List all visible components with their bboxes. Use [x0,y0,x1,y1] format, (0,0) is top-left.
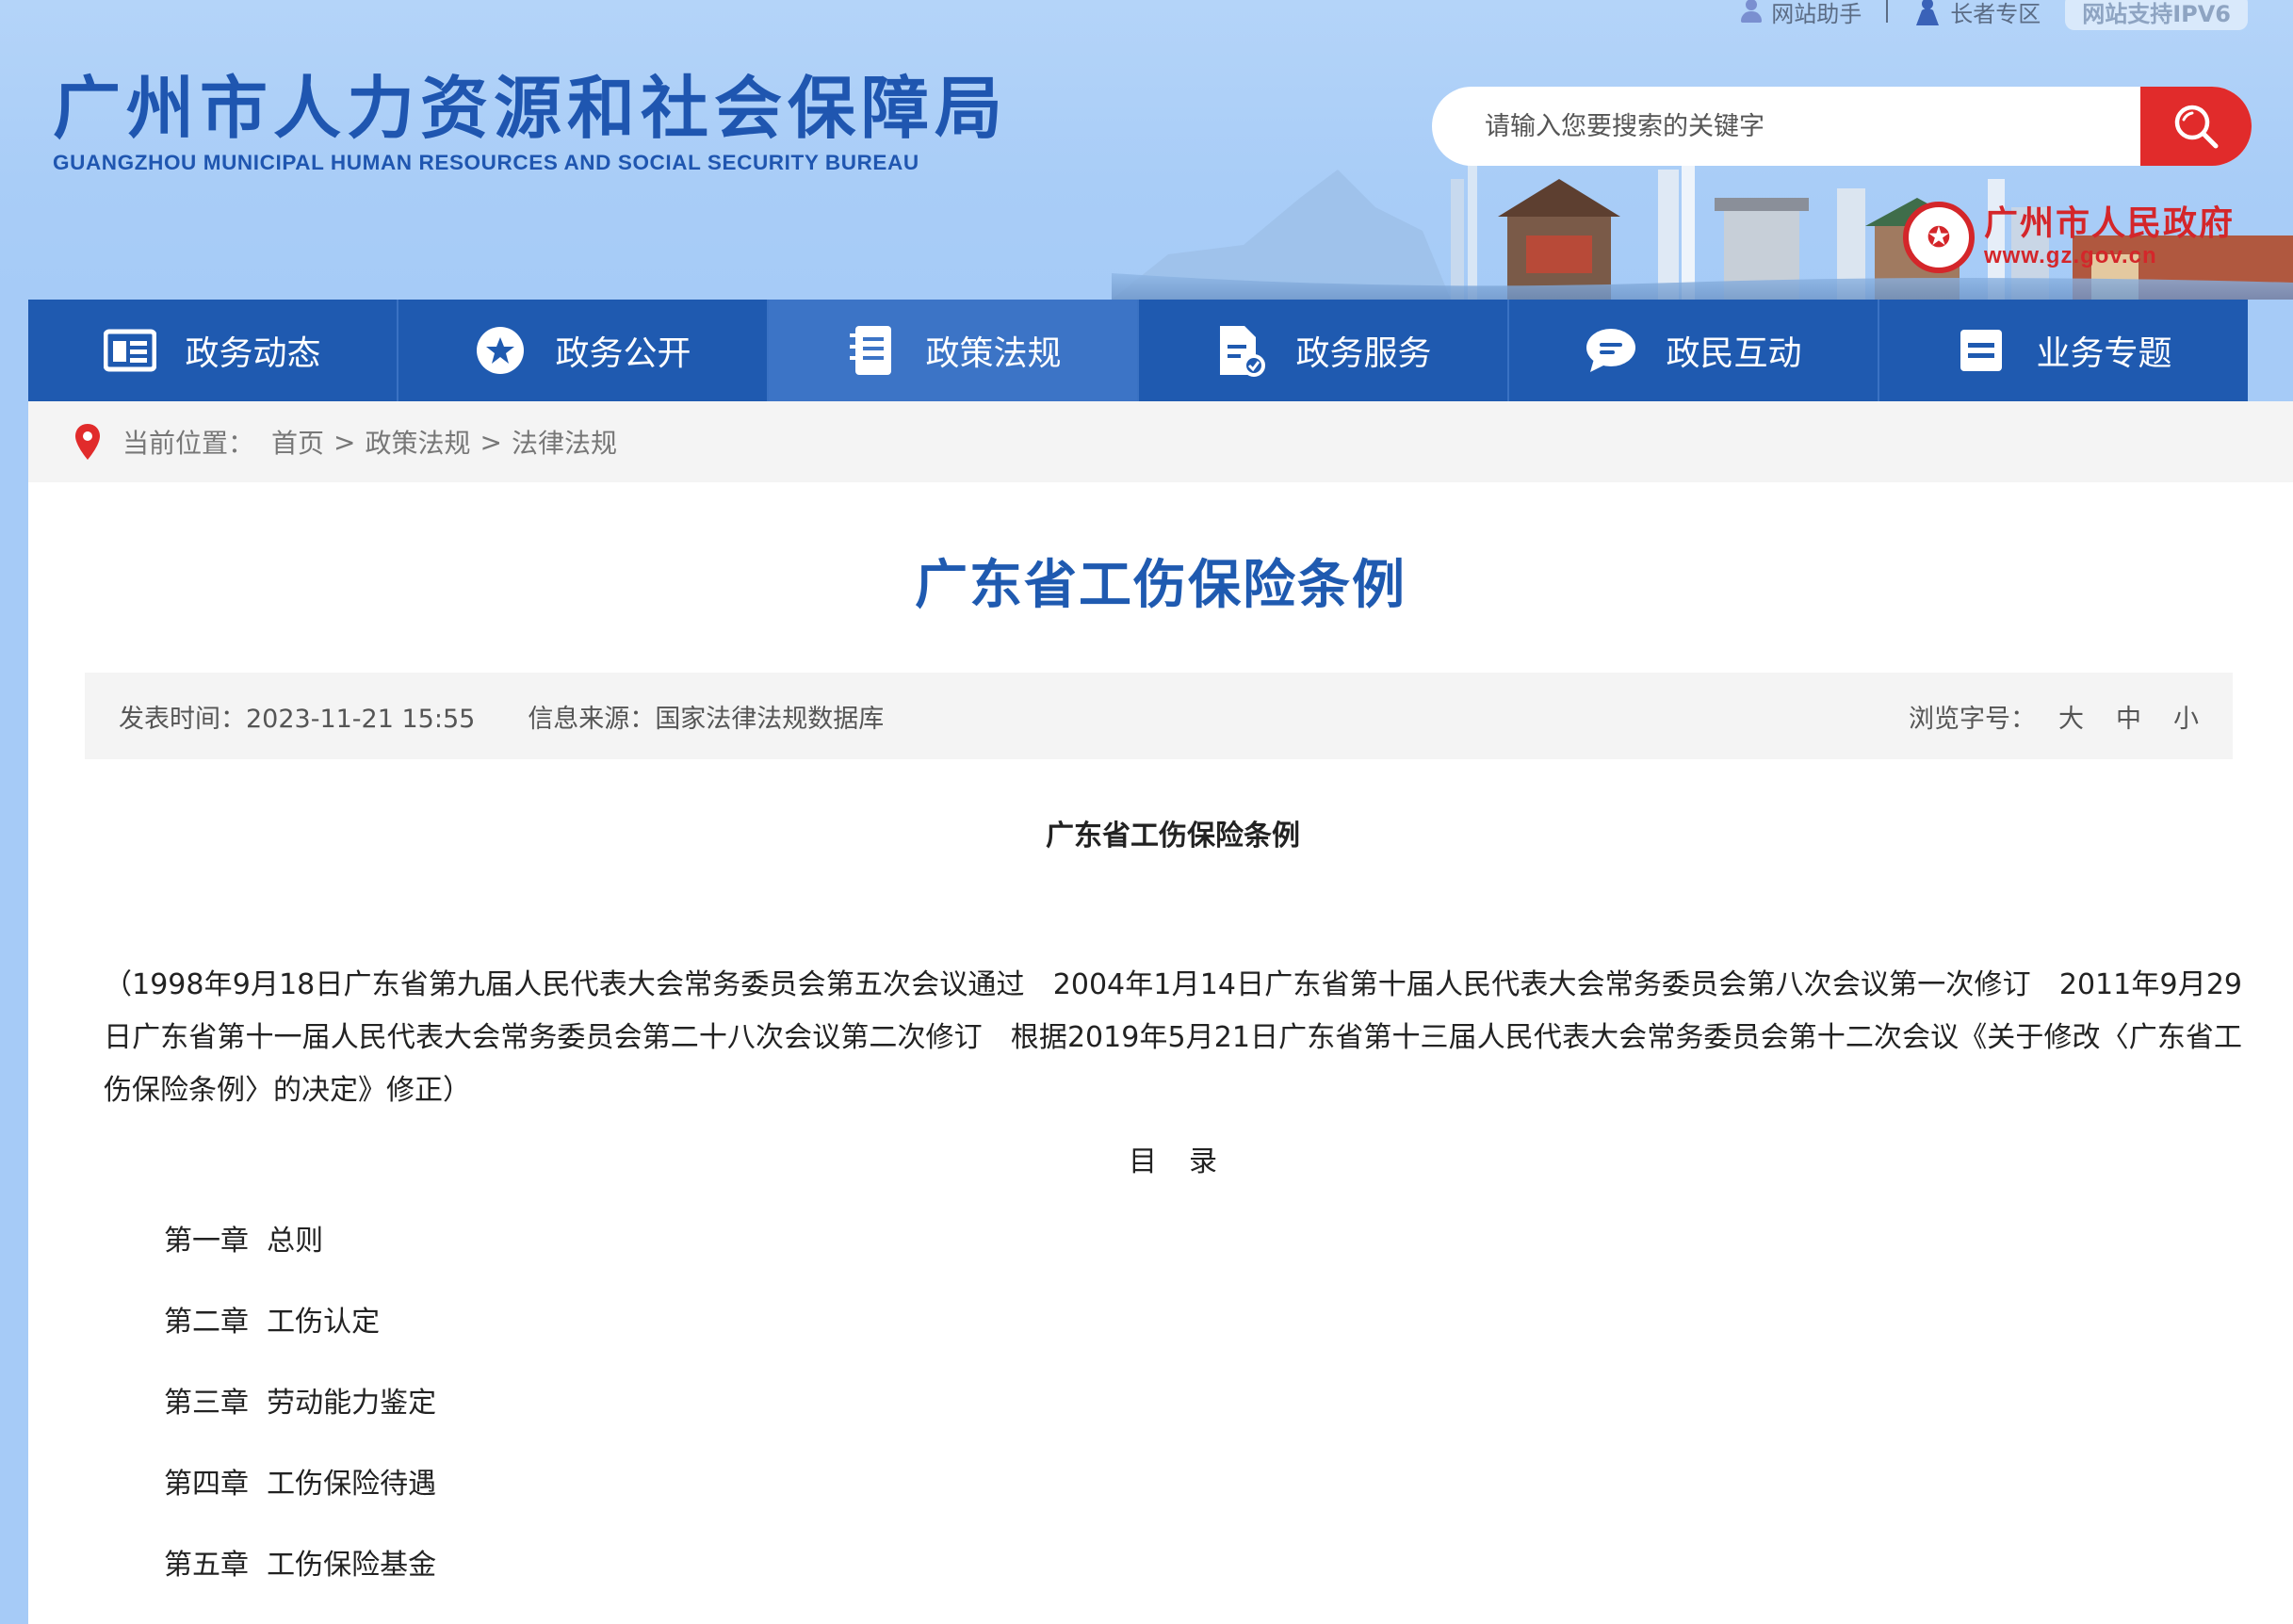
toc-name: 工伤保险待遇 [267,1468,437,1501]
nav-label: 业务专题 [2036,334,2172,373]
toc-name: 总则 [267,1225,324,1258]
breadcrumb-home[interactable]: 首页 [271,423,324,461]
toc-item: 第二章 工伤认定 [164,1296,2242,1377]
font-size-controls: 浏览字号： 大 中 小 [1909,698,2199,735]
gov-url: www.gz.gov.cn [1984,243,2157,268]
gov-emblem-icon: ✪ [1903,202,1975,273]
toc-chapter: 第二章 [164,1306,249,1339]
main-nav: 政务动态 政务公开 政策法规 政务服务 政民互动 业务专题 [28,300,2248,401]
breadcrumb-prefix: 当前位置： [122,428,255,459]
table-of-contents: 第一章 总则 第二章 工伤认定 第三章 劳动能力鉴定 第四章 工伤保险待遇 第五… [104,1215,2242,1620]
info-source: 信息来源：国家法律法规数据库 [528,698,884,735]
toc-name: 劳动能力鉴定 [267,1387,437,1420]
newspaper-icon [104,324,157,377]
logo-chinese: 广州市人力资源和社会保障局 [53,69,1009,148]
preamble-paragraph: （1998年9月18日广东省第九届人民代表大会常务委员会第五次会议通过 2004… [104,968,2242,1107]
toc-item: 第五章 工伤保险基金 [164,1539,2242,1620]
gov-name: 广州市人民政府 [1984,204,2236,243]
toc-name: 工伤认定 [267,1306,381,1339]
nav-label: 政民互动 [1666,334,1802,373]
elder-label: 长者专区 [1950,0,2041,27]
service-doc-icon [1214,324,1267,377]
nav-item-interaction[interactable]: 政民互动 [1509,300,1879,401]
source-label: 信息来源： [528,704,656,734]
publish-value: 2023-11-21 15:55 [246,704,476,734]
toc-chapter: 第五章 [164,1549,249,1582]
top-links: 网站助手 长者专区 网站支持IPV6 [1741,0,2248,30]
source-value: 国家法律法规数据库 [655,704,885,734]
nav-label: 政务公开 [555,334,691,373]
elder-icon [1916,0,1940,25]
breadcrumb-policy[interactable]: 政策法规 [366,423,471,461]
search-icon [2174,105,2219,149]
divider [1886,0,1889,23]
gz-gov-link[interactable]: ✪ 广州市人民政府 www.gz.gov.cn [1903,202,2235,273]
font-size-medium[interactable]: 中 [2116,698,2141,735]
nav-item-services[interactable]: 政务服务 [1139,300,1509,401]
article-title: 广东省工伤保险条例 [915,555,1407,616]
nav-item-disclosure[interactable]: 政务公开 [398,300,769,401]
toc-item: 第一章 总则 [164,1215,2242,1296]
logo-english: GUANGZHOU MUNICIPAL HUMAN RESOURCES AND … [53,151,919,174]
ipv6-badge: 网站支持IPV6 [2065,0,2248,30]
content-panel: 当前位置： 首页 > 政策法规 > 法律法规 广东省工伤保险条例 发表时间：20… [28,401,2293,1624]
breadcrumb-laws[interactable]: 法律法规 [512,423,617,461]
breadcrumb-separator: > [333,426,356,458]
toc-item: 第四章 工伤保险待遇 [164,1458,2242,1539]
toc-name: 工伤保险基金 [267,1549,437,1582]
location-pin-icon [75,424,100,460]
chat-bubble-icon [1585,324,1637,377]
toc-chapter: 第一章 [164,1225,249,1258]
list-icon [1955,324,2008,377]
article-meta: 发表时间：2023-11-21 15:55 信息来源：国家法律法规数据库 浏览字… [85,673,2233,759]
star-circle-icon [474,324,527,377]
nav-item-topics[interactable]: 业务专题 [1879,300,2248,401]
search-input[interactable] [1432,87,2140,166]
site-header: 网站助手 长者专区 网站支持IPV6 广州市人力资源和社会保障局 GUANGZH… [0,0,2293,300]
nav-item-news[interactable]: 政务动态 [28,300,398,401]
nav-label: 政策法规 [925,334,1062,373]
publish-label: 发表时间： [119,704,246,734]
font-size-small[interactable]: 小 [2173,698,2199,735]
toc-item: 第三章 劳动能力鉴定 [164,1377,2242,1458]
search-bar [1432,87,2252,166]
toc-chapter: 第三章 [164,1387,249,1420]
user-icon [1741,0,1763,24]
site-logo[interactable]: 广州市人力资源和社会保障局 GUANGZHOU MUNICIPAL HUMAN … [53,68,1008,175]
nav-label: 政务服务 [1295,334,1432,373]
document-title: 广东省工伤保险条例 [1046,820,1300,853]
font-size-label: 浏览字号： [1909,704,2036,734]
assistant-link[interactable]: 网站助手 [1741,0,1862,28]
toc-heading: 目录 [1129,1145,1249,1178]
font-size-large[interactable]: 大 [2058,698,2084,735]
toc-chapter: 第四章 [164,1468,249,1501]
publish-time: 发表时间：2023-11-21 15:55 [119,698,475,735]
nav-label: 政务动态 [185,334,321,373]
breadcrumb-separator: > [480,426,502,458]
nav-item-policy[interactable]: 政策法规 [769,300,1139,401]
elder-zone-link[interactable]: 长者专区 [1912,0,2041,28]
document-icon [844,324,897,377]
assistant-label: 网站助手 [1771,0,1862,27]
article-body: 广东省工伤保险条例 （1998年9月18日广东省第九届人民代表大会常务委员会第五… [104,806,2242,1620]
breadcrumb: 当前位置： 首页 > 政策法规 > 法律法规 [28,401,2293,482]
search-button[interactable] [2140,87,2252,166]
